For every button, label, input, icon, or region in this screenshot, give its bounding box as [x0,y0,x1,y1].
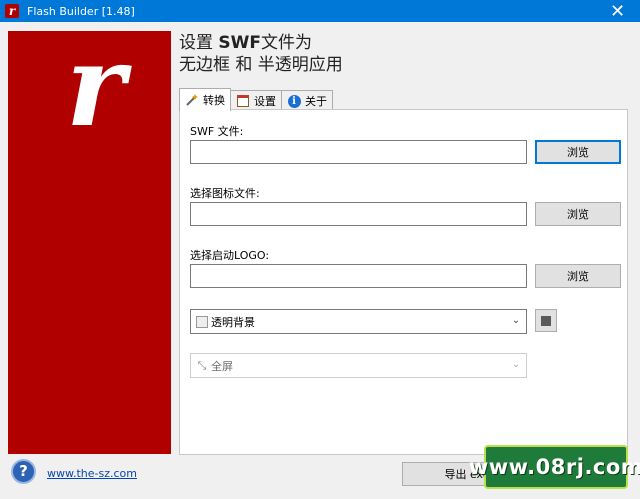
logo-file-label: 选择启动LOGO: [190,249,270,262]
app-logo-icon: r [5,4,19,18]
chevron-down-icon: ⌄ [511,315,521,326]
tab-about[interactable]: i 关于 [281,90,333,111]
settings-icon [236,94,250,108]
color-swatch [541,315,551,326]
wand-icon [185,93,199,107]
window-mode-select-value: 全屏 [211,359,233,373]
headline-line-1: 设置 SWF文件为 [179,33,313,53]
close-window-button[interactable]: ✕ [595,0,640,22]
swf-file-label: SWF 文件: [190,125,244,138]
site-watermark: www.08rj.com [469,445,640,489]
tab-about-label: 关于 [305,95,327,108]
tab-convert[interactable]: 转换 [179,88,231,111]
chevron-down-icon: ⌄ [511,359,521,370]
background-select[interactable]: 透明背景 ⌄ [190,309,527,334]
tab-strip: 转换 设置 i 关于 [179,88,333,111]
tab-settings[interactable]: 设置 [230,90,282,111]
window-mode-select[interactable]: ⤡ 全屏 ⌄ [190,353,527,378]
background-color-button[interactable] [535,309,557,332]
brand-logo: r [66,31,126,152]
swf-file-input[interactable] [190,140,527,164]
icon-file-label: 选择图标文件: [190,187,260,200]
background-select-value: 透明背景 [211,315,255,329]
fullscreen-icon: ⤡ [197,358,207,372]
info-icon: i [287,94,301,108]
tab-settings-label: 设置 [254,95,276,108]
website-link[interactable]: www.the-sz.com [47,467,137,480]
close-icon: ✕ [609,0,626,22]
headline-line-2: 无边框 和 半透明应用 [179,55,343,75]
background-swatch-icon [196,315,208,328]
help-icon[interactable]: ? [11,459,36,484]
convert-panel: SWF 文件: 浏览 选择图标文件: 浏览 选择启动LOGO: 浏览 透明背景 … [179,109,628,455]
title-bar: r Flash Builder [1.48] ✕ [0,0,640,22]
window-title: Flash Builder [1.48] [27,4,135,18]
browse-logo-button[interactable]: 浏览 [535,264,621,288]
tab-convert-label: 转换 [203,94,225,107]
icon-file-input[interactable] [190,202,527,226]
brand-panel: r [8,31,171,454]
browse-swf-button[interactable]: 浏览 [535,140,621,164]
browse-icon-button[interactable]: 浏览 [535,202,621,226]
main-window: r 设置 SWF文件为 无边框 和 半透明应用 转换 设置 i 关于 SWF 文… [0,22,640,499]
logo-file-input[interactable] [190,264,527,288]
